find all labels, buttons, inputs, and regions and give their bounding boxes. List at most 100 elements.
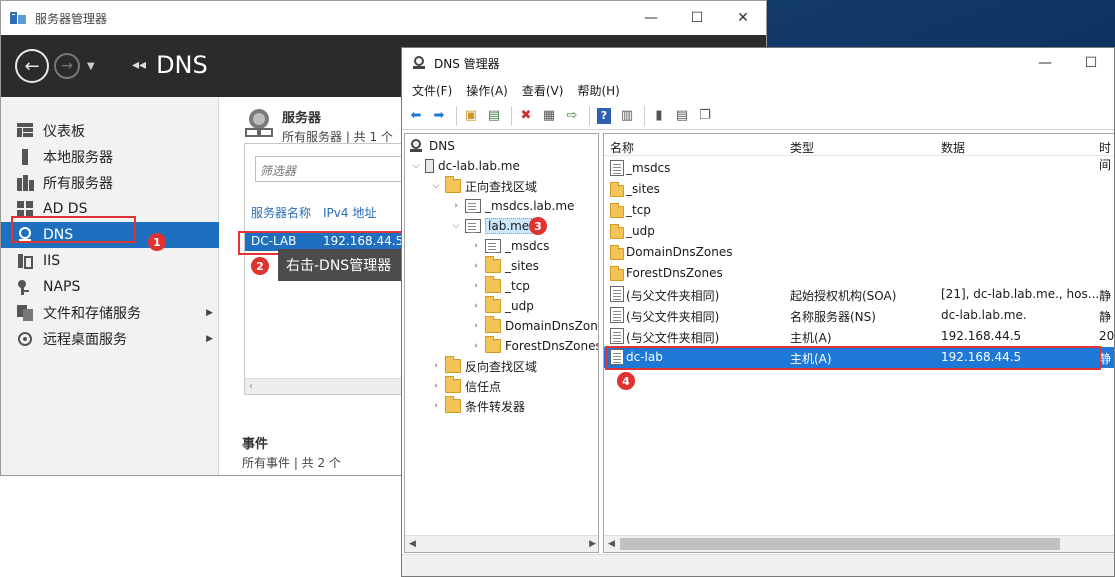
folder-icon — [485, 256, 501, 273]
expand-icon[interactable]: › — [429, 361, 443, 371]
tree-node-domaindnszones[interactable]: › DomainDnsZones — [469, 316, 598, 336]
naps-icon — [17, 279, 35, 295]
expand-icon[interactable]: › — [429, 401, 443, 411]
iis-icon — [17, 253, 35, 269]
sidebar-item-file-storage[interactable]: 文件和存储服务 ▶ — [1, 300, 219, 326]
tree-node-forward-zones[interactable]: ⌵ 正向查找区域 — [429, 176, 537, 196]
tree-node-dns[interactable]: DNS — [407, 136, 455, 156]
console-button[interactable]: ▥ — [617, 106, 637, 126]
expand-icon[interactable]: › — [469, 281, 483, 291]
delete-button[interactable]: ✖ — [516, 106, 536, 126]
show-hide-tree-button[interactable]: ▤ — [484, 106, 504, 126]
folder-icon — [485, 336, 501, 353]
expand-icon[interactable]: › — [469, 321, 483, 331]
expand-icon[interactable]: › — [469, 341, 483, 351]
record-row[interactable]: ForestDnsZones — [604, 263, 1114, 284]
up-level-button[interactable]: ▣ — [461, 106, 481, 126]
column-server-name[interactable]: 服务器名称 — [251, 204, 311, 221]
toolbar-separator — [589, 105, 590, 126]
scroll-left-icon[interactable]: ◀ — [608, 539, 615, 549]
toolbar-separator — [644, 105, 645, 126]
tree-node-forestdnszones[interactable]: › ForestDnsZones — [469, 336, 598, 356]
collapse-icon[interactable]: ⌵ — [429, 181, 443, 191]
menu-help[interactable]: 帮助(H) — [577, 82, 619, 99]
scrollbar-thumb[interactable] — [620, 538, 1060, 550]
column-name[interactable]: 名称 — [610, 139, 634, 156]
close-button[interactable]: ✕ — [720, 1, 766, 35]
record-icon — [610, 286, 624, 302]
sidebar-item-naps[interactable]: NAPS — [1, 274, 219, 300]
forward-button[interactable]: → — [54, 53, 80, 79]
record-row[interactable]: (与父文件夹相同) 起始授权机构(SOA) [21], dc-lab.lab.me.… — [604, 284, 1114, 305]
tree-horizontal-scrollbar[interactable]: ◀ ▶ — [405, 535, 598, 552]
sidebar-item-remote-desktop[interactable]: 远程桌面服务 ▶ — [1, 326, 219, 352]
record-row[interactable]: (与父文件夹相同) 名称服务器(NS) dc-lab.lab.me. 静 — [604, 305, 1114, 326]
tree-label: 信任点 — [465, 379, 502, 394]
tree-node-conditional-forwarders[interactable]: › 条件转发器 — [429, 396, 525, 416]
record-row[interactable]: _msdcs — [604, 158, 1114, 179]
collapse-icon[interactable]: ⌵ — [409, 161, 423, 171]
record-row[interactable]: _udp — [604, 221, 1114, 242]
menu-file[interactable]: 文件(F) — [412, 82, 452, 99]
sidebar-item-iis[interactable]: IIS — [1, 248, 219, 274]
list-horizontal-scrollbar[interactable]: ◀ — [604, 535, 1114, 552]
records-button[interactable]: ▤ — [672, 106, 692, 126]
expand-arrow-icon[interactable]: ▶ — [206, 334, 213, 344]
history-dropdown-button[interactable]: ▼ — [87, 61, 95, 72]
help-button[interactable]: ? — [594, 106, 614, 126]
back-button[interactable]: ← — [15, 49, 49, 83]
minimize-button[interactable]: — — [628, 1, 674, 35]
tree-node-lab-me[interactable]: ⌵ lab.me — [449, 216, 533, 236]
folder-icon — [610, 266, 624, 281]
back-button[interactable]: ⬅ — [406, 106, 426, 126]
tree-node-sites[interactable]: › _sites — [469, 256, 539, 276]
collapse-icon[interactable]: ⌵ — [449, 221, 463, 231]
tree-node-trust-points[interactable]: › 信任点 — [429, 376, 501, 396]
column-data[interactable]: 数据 — [941, 139, 965, 156]
record-type-cell: 起始授权机构(SOA) — [790, 289, 897, 303]
copy-button[interactable]: ❐ — [695, 106, 715, 126]
menu-action[interactable]: 操作(A) — [466, 82, 508, 99]
record-row[interactable]: DomainDnsZones — [604, 242, 1114, 263]
maximize-button[interactable]: ☐ — [674, 1, 720, 35]
record-row[interactable]: (与父文件夹相同) 主机(A) 192.168.44.5 20 — [604, 326, 1114, 347]
scroll-right-icon[interactable]: ▶ — [589, 539, 596, 549]
properties-button[interactable]: ▦ — [539, 106, 559, 126]
record-row[interactable]: _tcp — [604, 200, 1114, 221]
tree-label: _sites — [505, 259, 539, 273]
tree-node-udp[interactable]: › _udp — [469, 296, 534, 316]
maximize-button[interactable]: ☐ — [1068, 48, 1114, 78]
menu-view[interactable]: 查看(V) — [522, 82, 564, 99]
sidebar-item-all-servers[interactable]: 所有服务器 — [1, 170, 219, 196]
expand-icon[interactable]: › — [469, 301, 483, 311]
sidebar-item-local-server[interactable]: 本地服务器 — [1, 144, 219, 170]
column-ipv4[interactable]: IPv4 地址 — [323, 204, 376, 221]
forward-button[interactable]: ➡ — [429, 106, 449, 126]
record-row[interactable]: _sites — [604, 179, 1114, 200]
record-icon — [610, 328, 624, 344]
events-subtitle: 所有事件 | 共 2 个 — [242, 456, 341, 470]
console-icon: ▥ — [620, 108, 634, 123]
expand-icon[interactable]: › — [469, 241, 483, 251]
tree-label: _msdcs — [505, 239, 550, 253]
tree-node-reverse-zones[interactable]: › 反向查找区域 — [429, 356, 537, 376]
expand-icon[interactable]: › — [429, 381, 443, 391]
record-name-cell: ForestDnsZones — [626, 266, 723, 280]
expand-icon[interactable]: › — [449, 201, 463, 211]
minimize-button[interactable]: — — [1022, 48, 1068, 78]
tree-node-msdcs-zone[interactable]: › _msdcs.lab.me — [449, 196, 574, 216]
tree-node-tcp[interactable]: › _tcp — [469, 276, 530, 296]
sidebar-item-label: 远程桌面服务 — [43, 332, 127, 348]
sidebar-item-dashboard[interactable]: 仪表板 — [1, 118, 219, 144]
tree-node-server[interactable]: ⌵ dc-lab.lab.me — [409, 156, 520, 176]
record-name-cell: _sites — [626, 182, 660, 196]
sidebar-item-label: AD DS — [43, 201, 88, 217]
tree-node-msdcs[interactable]: › _msdcs — [469, 236, 549, 256]
expand-arrow-icon[interactable]: ▶ — [206, 308, 213, 318]
export-button[interactable]: ⇨ — [562, 106, 582, 126]
server-button[interactable]: ▮ — [649, 106, 669, 126]
copy-icon: ❐ — [699, 108, 711, 123]
column-type[interactable]: 类型 — [790, 139, 814, 156]
expand-icon[interactable]: › — [469, 261, 483, 271]
scroll-left-icon[interactable]: ◀ — [409, 539, 416, 549]
